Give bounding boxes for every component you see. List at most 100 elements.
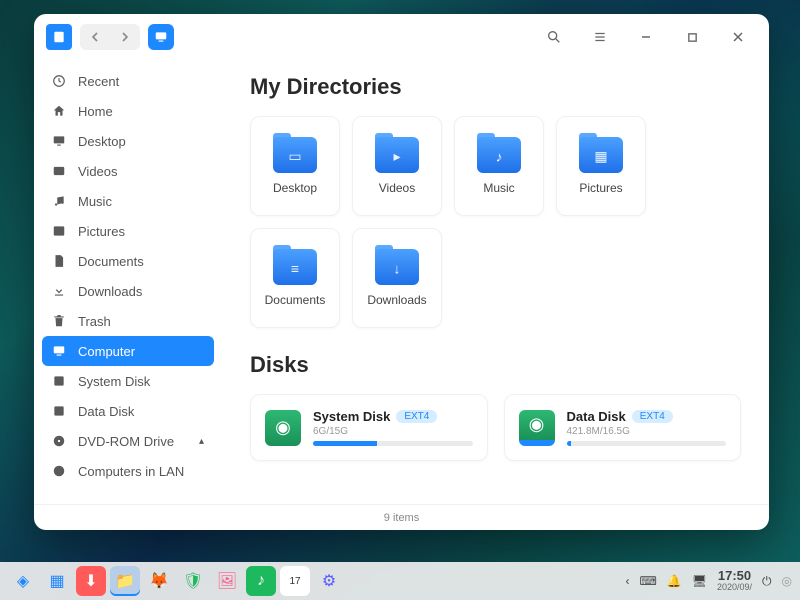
titlebar xyxy=(34,14,769,60)
disk-icon xyxy=(52,404,68,418)
desktop-icon[interactable]: 🖥 xyxy=(692,574,707,588)
hamburger-icon xyxy=(593,30,607,44)
directory-label: Desktop xyxy=(273,181,317,195)
sidebar-item-label: Videos xyxy=(78,164,118,179)
desktop-icon xyxy=(52,134,68,148)
app-store-button[interactable]: ⬇ xyxy=(76,566,106,596)
disk-name: System Disk xyxy=(313,409,390,424)
computer-icon xyxy=(52,344,68,358)
directory-documents[interactable]: ≡Documents xyxy=(250,228,340,328)
sidebar-item-label: Computers in LAN xyxy=(78,464,184,479)
sidebar-item-music[interactable]: Music xyxy=(42,186,214,216)
maximize-icon xyxy=(687,32,698,43)
directory-pictures[interactable]: ▦ Pictures xyxy=(556,116,646,216)
settings-button[interactable]: ⚙ xyxy=(314,566,344,596)
clock-icon xyxy=(52,74,68,88)
monitor-icon xyxy=(154,30,168,44)
directory-music[interactable]: ♪Music xyxy=(454,116,544,216)
maximize-button[interactable] xyxy=(677,22,707,52)
sidebar-item-home[interactable]: Home xyxy=(42,96,214,126)
directory-label: Pictures xyxy=(579,181,622,195)
sidebar-item-data-disk[interactable]: Data Disk xyxy=(42,396,214,426)
music-icon xyxy=(52,194,68,208)
picture-icon xyxy=(52,224,68,238)
sidebar-item-recent[interactable]: Recent xyxy=(42,66,214,96)
tray-extra-icon[interactable]: ◎ xyxy=(782,574,792,588)
sidebar-item-label: Data Disk xyxy=(78,404,134,419)
gallery-button[interactable]: 🖼 xyxy=(212,566,242,596)
disks-heading: Disks xyxy=(250,352,741,378)
item-count: 9 items xyxy=(384,512,419,524)
directory-desktop[interactable]: ▭ Desktop xyxy=(250,116,340,216)
file-manager-taskbar[interactable]: 📁 xyxy=(110,566,140,596)
sidebar-item-label: Downloads xyxy=(78,284,142,299)
directory-videos[interactable]: ▸Videos xyxy=(352,116,442,216)
disks-row: ◉System DiskEXT46G/15G◉Data DiskEXT4421.… xyxy=(250,394,741,461)
document-icon xyxy=(52,254,68,268)
sidebar-item-label: Home xyxy=(78,104,113,119)
shield-button[interactable]: 🛡 xyxy=(178,566,208,596)
sidebar-item-label: DVD-ROM Drive xyxy=(78,434,174,449)
menu-button[interactable] xyxy=(585,22,615,52)
folder-icon: ▦ xyxy=(579,137,623,173)
sidebar-item-documents[interactable]: Documents xyxy=(42,246,214,276)
power-icon[interactable]: ⏻ xyxy=(762,574,772,589)
folder-icon: ≡ xyxy=(273,249,317,285)
search-icon xyxy=(546,29,562,45)
video-icon xyxy=(52,164,68,178)
search-button[interactable] xyxy=(539,22,569,52)
disk-progress xyxy=(567,441,727,446)
music-button[interactable]: ♪ xyxy=(246,566,276,596)
sidebar-item-computers-in-lan[interactable]: Computers in LAN xyxy=(42,456,214,486)
clock-date: 2020/09/ xyxy=(717,583,752,593)
disk-data-disk[interactable]: ◉Data DiskEXT4421.8M/16.5G xyxy=(504,394,742,461)
sidebar-item-pictures[interactable]: Pictures xyxy=(42,216,214,246)
tray-chevron-icon[interactable]: ‹ xyxy=(625,574,629,588)
minimize-icon xyxy=(640,31,652,43)
chevron-right-icon xyxy=(120,32,130,42)
taskview-button[interactable]: ▦ xyxy=(42,566,72,596)
folder-icon: ▭ xyxy=(273,137,317,173)
chevron-left-icon xyxy=(90,32,100,42)
sidebar-item-computer[interactable]: Computer xyxy=(42,336,214,366)
trash-icon xyxy=(52,314,68,328)
sidebar-item-desktop[interactable]: Desktop xyxy=(42,126,214,156)
clock[interactable]: 17:50 2020/09/ xyxy=(717,569,752,593)
sidebar-item-dvd-rom-drive[interactable]: DVD-ROM Drive▴ xyxy=(42,426,214,456)
forward-button[interactable] xyxy=(110,24,140,50)
calendar-button[interactable]: 17 xyxy=(280,566,310,596)
disk-usage: 6G/15G xyxy=(313,426,473,437)
notification-icon[interactable]: 🔔 xyxy=(667,574,682,588)
directories-heading: My Directories xyxy=(250,74,741,100)
disk-system-disk[interactable]: ◉ System Disk EXT4 6G/15G xyxy=(250,394,488,461)
folder-icon: ↓ xyxy=(375,249,419,285)
location-button[interactable] xyxy=(148,24,174,50)
close-button[interactable] xyxy=(723,22,753,52)
disk-icon: ◉ xyxy=(519,410,555,446)
disk-icon: ◉ xyxy=(265,410,301,446)
sidebar-item-system-disk[interactable]: System Disk xyxy=(42,366,214,396)
sidebar-item-trash[interactable]: Trash xyxy=(42,306,214,336)
taskbar: ◈ ▦ ⬇ 📁 🦊 🛡 🖼 ♪ 17 ⚙ ‹ ⌨ 🔔 🖥 17:50 2020/… xyxy=(0,562,800,600)
sidebar-item-label: Music xyxy=(78,194,112,209)
dvd-icon xyxy=(52,434,68,448)
directory-label: Music xyxy=(483,181,514,195)
disk-icon xyxy=(52,374,68,388)
firefox-button[interactable]: 🦊 xyxy=(144,566,174,596)
directory-label: Downloads xyxy=(367,293,426,307)
main-content: My Directories ▭ Desktop ▸Videos♪Music ▦ Pic… xyxy=(222,60,769,504)
back-button[interactable] xyxy=(80,24,110,50)
disk-progress xyxy=(313,441,473,446)
disk-usage: 421.8M/16.5G xyxy=(567,426,727,437)
directory-downloads[interactable]: ↓ Downloads xyxy=(352,228,442,328)
system-tray: ‹ ⌨ 🔔 🖥 17:50 2020/09/ ⏻ ◎ xyxy=(625,569,792,593)
disk-name: Data Disk xyxy=(567,409,626,424)
nav-buttons xyxy=(80,24,140,50)
disk-fs-badge: EXT4 xyxy=(396,410,437,423)
sidebar-item-label: Trash xyxy=(78,314,111,329)
sidebar-item-downloads[interactable]: Downloads xyxy=(42,276,214,306)
minimize-button[interactable] xyxy=(631,22,661,52)
keyboard-icon[interactable]: ⌨ xyxy=(639,574,656,588)
sidebar-item-videos[interactable]: Videos xyxy=(42,156,214,186)
launcher-button[interactable]: ◈ xyxy=(8,566,38,596)
